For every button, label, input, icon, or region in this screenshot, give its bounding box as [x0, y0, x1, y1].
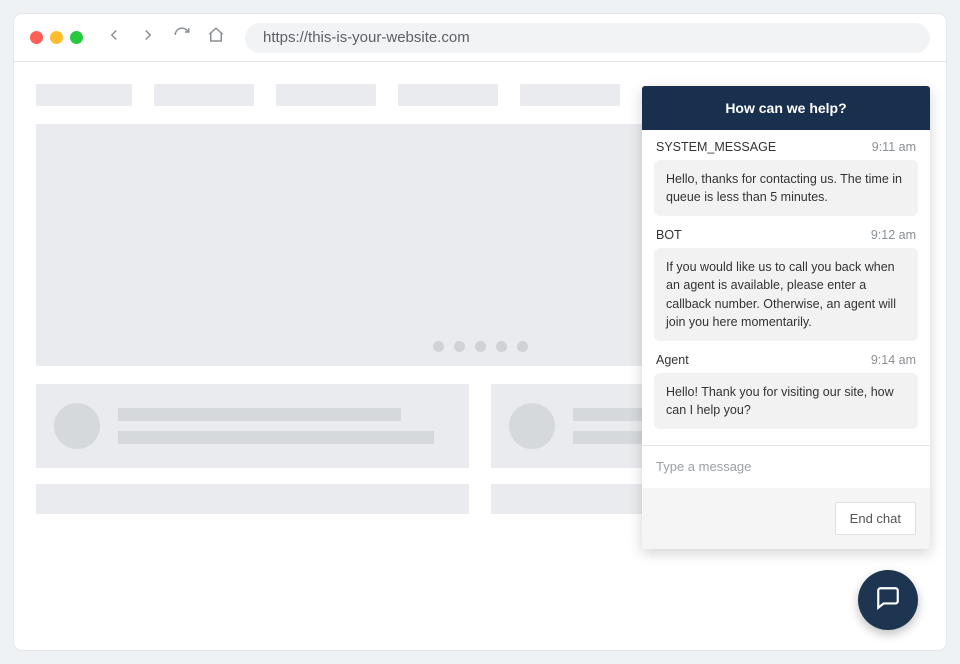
pager-dot[interactable] [454, 341, 465, 352]
chat-sender: Agent [656, 353, 689, 367]
browser-window: https://this-is-your-website.com [14, 14, 946, 650]
chat-time: 9:14 am [871, 353, 916, 367]
chat-widget: How can we help? SYSTEM_MESSAGE 9:11 am … [642, 86, 930, 549]
chat-fab[interactable] [858, 570, 918, 630]
pager-dot[interactable] [433, 341, 444, 352]
nav-placeholder [398, 84, 498, 106]
chat-footer: End chat [642, 488, 930, 549]
chat-bubble: Hello! Thank you for visiting our site, … [654, 373, 918, 429]
chat-body: SYSTEM_MESSAGE 9:11 am Hello, thanks for… [642, 130, 930, 445]
chat-header: How can we help? [642, 86, 930, 130]
chat-message: BOT 9:12 am If you would like us to call… [654, 228, 918, 341]
avatar-placeholder [509, 403, 555, 449]
chat-input[interactable] [656, 459, 916, 474]
nav-placeholder [36, 84, 132, 106]
chat-sender: BOT [656, 228, 682, 242]
chat-message: Agent 9:14 am Hello! Thank you for visit… [654, 353, 918, 429]
window-controls [30, 31, 83, 44]
nav-placeholder [520, 84, 620, 106]
url-text: https://this-is-your-website.com [263, 29, 470, 46]
pager-dot[interactable] [475, 341, 486, 352]
maximize-window-icon[interactable] [70, 31, 83, 44]
browser-toolbar: https://this-is-your-website.com [14, 14, 946, 62]
avatar-placeholder [54, 403, 100, 449]
chat-title: How can we help? [725, 100, 846, 116]
forward-icon[interactable] [139, 26, 157, 49]
pager-dot[interactable] [517, 341, 528, 352]
close-window-icon[interactable] [30, 31, 43, 44]
home-icon[interactable] [207, 26, 225, 49]
url-bar[interactable]: https://this-is-your-website.com [245, 23, 930, 53]
reload-icon[interactable] [173, 26, 191, 49]
chat-icon [875, 585, 901, 616]
nav-placeholder [276, 84, 376, 106]
card-placeholder [36, 384, 469, 514]
chat-sender: SYSTEM_MESSAGE [656, 140, 776, 154]
chat-message: SYSTEM_MESSAGE 9:11 am Hello, thanks for… [654, 140, 918, 216]
back-icon[interactable] [105, 26, 123, 49]
chat-time: 9:11 am [872, 140, 916, 154]
chat-bubble: Hello, thanks for contacting us. The tim… [654, 160, 918, 216]
pager-dot[interactable] [496, 341, 507, 352]
chat-input-row [642, 445, 930, 488]
minimize-window-icon[interactable] [50, 31, 63, 44]
end-chat-button[interactable]: End chat [835, 502, 916, 535]
nav-placeholder [154, 84, 254, 106]
chat-time: 9:12 am [871, 228, 916, 242]
chat-bubble: If you would like us to call you back wh… [654, 248, 918, 341]
